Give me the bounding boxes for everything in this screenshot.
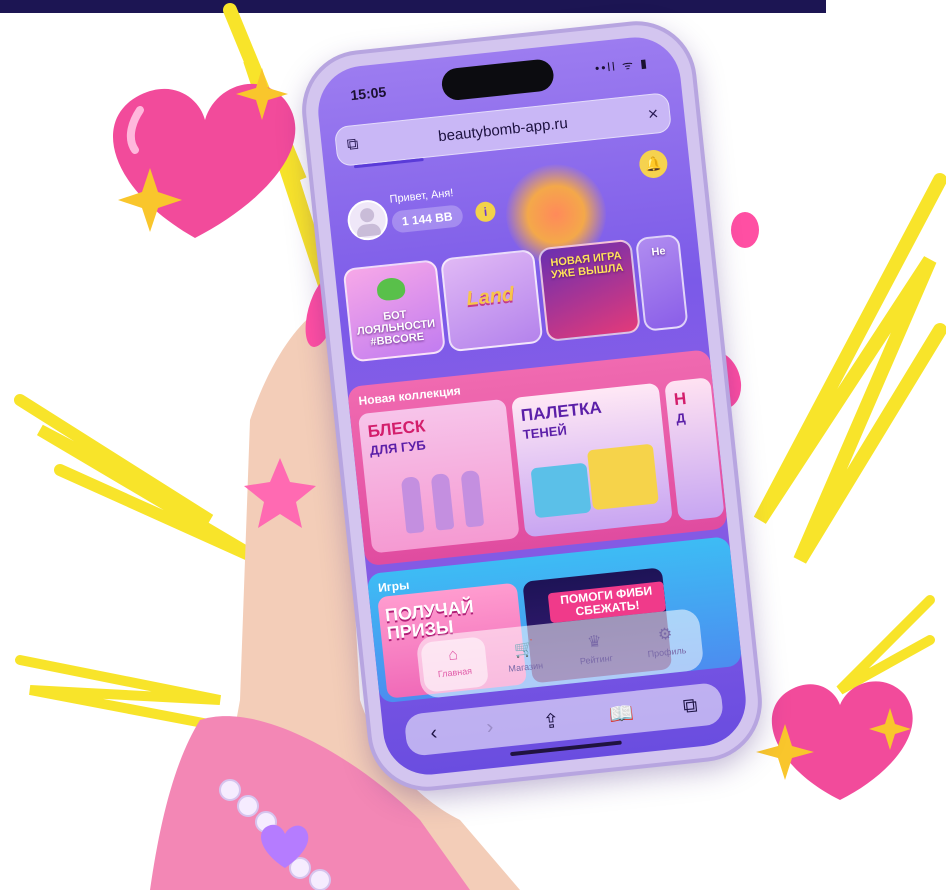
tab-shop[interactable]: 🛒 Магазин bbox=[490, 629, 559, 685]
lip-gloss-icon bbox=[400, 476, 425, 534]
forward-icon[interactable]: › bbox=[485, 715, 494, 739]
tab-home[interactable]: ⌂ Главная bbox=[419, 636, 489, 693]
share-icon[interactable]: ⇪ bbox=[541, 707, 561, 734]
frog-icon bbox=[375, 276, 407, 302]
collection-section: Новая коллекция БЛЕСК ДЛЯ ГУБ ПАЛЕТКА ТЕ… bbox=[347, 349, 728, 567]
story-card[interactable]: Land bbox=[440, 248, 544, 353]
phone-screen: 15:05 ••ll ᯤ ▮ ⧉ beautybomb-app.ru × При… bbox=[313, 32, 751, 780]
palette-box-icon bbox=[530, 462, 592, 519]
card-title: Н bbox=[673, 388, 688, 410]
tab-label: Магазин bbox=[507, 660, 544, 674]
story-label: БОТ ЛОЯЛЬНОСТИ #BBCORE bbox=[356, 308, 436, 349]
product-card[interactable]: БЛЕСК ДЛЯ ГУБ bbox=[357, 398, 520, 554]
story-card[interactable]: БОТ ЛОЯЛЬНОСТИ #BBCORE bbox=[342, 259, 446, 363]
info-icon[interactable]: i bbox=[474, 200, 497, 223]
heart-icon bbox=[112, 83, 296, 238]
story-card[interactable]: Не bbox=[635, 233, 689, 332]
tabs-icon[interactable]: ⧉ bbox=[682, 694, 699, 718]
tabs-icon[interactable]: ⧉ bbox=[335, 135, 371, 156]
card-subtitle: ДЛЯ ГУБ bbox=[368, 437, 427, 459]
balance-badge[interactable]: 1 144 BB bbox=[390, 204, 464, 234]
story-label: НОВАЯ ИГРА УЖЕ ВЫШЛА bbox=[549, 249, 624, 282]
card-subtitle: ТЕНЕЙ bbox=[522, 422, 568, 443]
lip-gloss-icon bbox=[430, 473, 455, 531]
avatar[interactable] bbox=[345, 198, 390, 243]
tab-rating[interactable]: ♛ Рейтинг bbox=[561, 622, 630, 678]
greeting-text: Привет, Аня! bbox=[389, 187, 454, 206]
phone: 15:05 ••ll ᯤ ▮ ⧉ beautybomb-app.ru × При… bbox=[300, 19, 764, 793]
bookmarks-icon[interactable]: 📖 bbox=[608, 700, 635, 727]
tab-label: Главная bbox=[437, 665, 473, 680]
gear-icon: ⚙ bbox=[657, 625, 674, 645]
tab-label: Профиль bbox=[647, 645, 687, 660]
story-label: Не bbox=[650, 245, 667, 259]
tab-profile[interactable]: ⚙ Профиль bbox=[631, 614, 700, 670]
close-icon[interactable]: × bbox=[635, 102, 671, 126]
trophy-icon: ♛ bbox=[586, 633, 603, 652]
card-title: ПАЛЕТКА bbox=[519, 397, 603, 426]
bell-icon[interactable]: 🔔 bbox=[637, 148, 669, 180]
address-bar[interactable]: ⧉ beautybomb-app.ru × bbox=[333, 92, 673, 167]
stories-row: БОТ ЛОЯЛЬНОСТИ #BBCORE Land НОВАЯ ИГРА У… bbox=[342, 233, 691, 363]
card-subtitle: Д bbox=[675, 410, 687, 426]
story-label: Land bbox=[465, 283, 516, 311]
cart-icon: 🛒 bbox=[513, 640, 535, 660]
product-card[interactable]: ПАЛЕТКА ТЕНЕЙ bbox=[511, 382, 673, 538]
dynamic-island bbox=[440, 58, 556, 102]
tab-label: Рейтинг bbox=[579, 652, 614, 667]
home-icon: ⌂ bbox=[447, 646, 459, 665]
status-time: 15:05 bbox=[349, 83, 387, 104]
section-title: Игры bbox=[377, 577, 410, 596]
lip-gloss-icon bbox=[460, 469, 485, 528]
back-icon[interactable]: ‹ bbox=[429, 721, 438, 745]
url-text[interactable]: beautybomb-app.ru bbox=[369, 107, 637, 152]
status-icons: ••ll ᯤ ▮ bbox=[594, 55, 650, 76]
palette-icon bbox=[586, 443, 659, 511]
story-card[interactable]: НОВАЯ ИГРА УЖЕ ВЫШЛА bbox=[537, 238, 641, 343]
